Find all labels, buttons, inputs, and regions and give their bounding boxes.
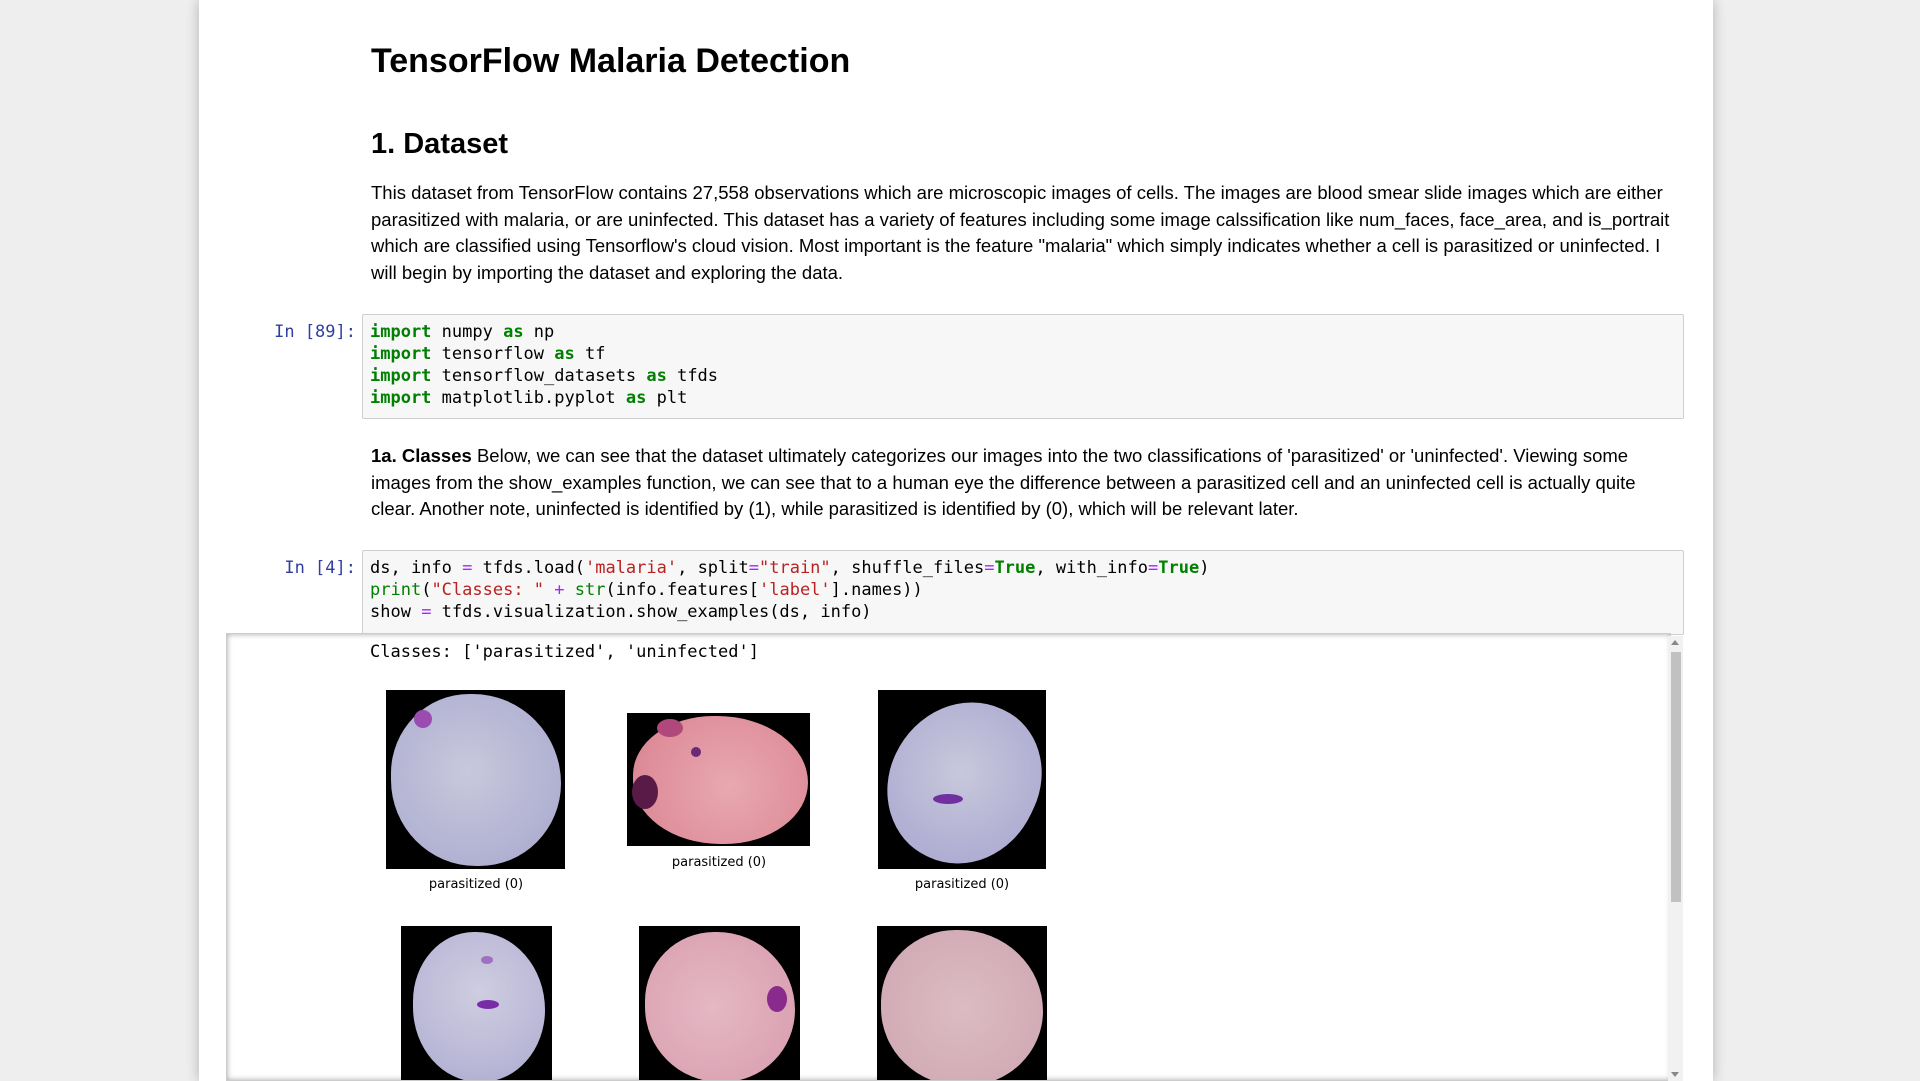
code-token: plt xyxy=(646,388,688,408)
parasite-spot xyxy=(767,986,787,1012)
code-token: import xyxy=(370,388,432,408)
code-token: 'label' xyxy=(759,580,831,600)
code-token: str xyxy=(574,580,606,600)
code-token: numpy xyxy=(431,322,504,342)
cell-shape xyxy=(633,716,808,844)
code-token: + xyxy=(544,580,575,600)
code-token: as xyxy=(554,344,575,364)
code-token: = xyxy=(748,558,759,578)
cell-image xyxy=(877,926,1047,1080)
code-token: , split xyxy=(677,558,749,578)
code-token: , with_info xyxy=(1035,558,1148,578)
cell-output-area[interactable]: Classes: ['parasitized', 'uninfected'] p… xyxy=(226,633,1671,1081)
code-token: as xyxy=(646,366,667,386)
code-token: tensorflow xyxy=(431,344,555,364)
code-editor[interactable]: ds, info = tfds.load('malaria', split="t… xyxy=(363,551,1683,629)
code-token: print xyxy=(370,580,422,600)
scrollbar-thumb[interactable] xyxy=(1671,652,1681,902)
code-token: tensorflow_datasets xyxy=(431,366,647,386)
cell-shape xyxy=(881,930,1043,1080)
image-caption: parasitized (0) xyxy=(671,855,767,870)
code-token: tfds xyxy=(666,366,719,386)
cell-prompt: In [89]: xyxy=(274,322,356,342)
code-token: as xyxy=(625,388,647,408)
code-token: ds, info xyxy=(370,558,463,578)
parasite-spot xyxy=(933,794,963,804)
scroll-down-icon[interactable] xyxy=(1671,1072,1679,1077)
parasite-spot xyxy=(414,710,432,728)
parasite-spot xyxy=(632,775,658,809)
code-cell-load-dataset[interactable]: ds, info = tfds.load('malaria', split="t… xyxy=(362,550,1684,635)
code-token: = xyxy=(1147,558,1159,578)
code-cell-imports[interactable]: import numpy as np import tensorflow as … xyxy=(362,314,1684,419)
code-token: tfds.load( xyxy=(472,558,585,578)
code-token: = xyxy=(984,558,995,578)
cell-prompt: In [4]: xyxy=(284,558,356,578)
code-token: ) xyxy=(1199,558,1210,578)
image-caption: parasitized (0) xyxy=(914,877,1010,892)
parasite-spot xyxy=(691,747,701,757)
cell-image xyxy=(627,713,810,846)
classes-text: Below, we can see that the dataset ultim… xyxy=(371,445,1636,519)
cell-image xyxy=(639,926,800,1080)
code-token: = xyxy=(421,602,432,622)
classes-heading: 1a. Classes xyxy=(371,445,472,466)
intro-paragraph: This dataset from TensorFlow contains 27… xyxy=(371,182,1670,283)
parasite-spot xyxy=(657,719,683,737)
output-text: Classes: ['parasitized', 'uninfected'] xyxy=(370,642,759,662)
code-token: as xyxy=(503,322,524,342)
code-token: , shuffle_files xyxy=(830,558,985,578)
notebook-title: TensorFlow Malaria Detection xyxy=(371,42,851,80)
code-token: matplotlib.pyplot xyxy=(431,388,626,408)
classes-paragraph: 1a. Classes Below, we can see that the d… xyxy=(371,443,1681,523)
code-token: ].names)) xyxy=(830,580,923,600)
cell-image xyxy=(878,690,1046,869)
code-token: True xyxy=(1158,558,1200,578)
code-token: import xyxy=(370,366,432,386)
code-token: (info.features[ xyxy=(605,580,759,600)
code-token: "train" xyxy=(759,558,831,578)
cell-image xyxy=(401,926,552,1080)
code-token: = xyxy=(462,558,473,578)
cell-shape xyxy=(878,690,1046,869)
parasite-spot xyxy=(477,1000,499,1009)
code-token: "Classes: " xyxy=(431,580,545,600)
output-scrollbar[interactable] xyxy=(1668,636,1683,1081)
code-editor[interactable]: import numpy as np import tensorflow as … xyxy=(363,315,1683,415)
code-token: tfds.visualization.show_examples(ds, inf… xyxy=(431,602,872,622)
image-caption: parasitized (0) xyxy=(428,877,524,892)
code-token: ( xyxy=(421,580,432,600)
code-token: True xyxy=(994,558,1036,578)
code-token: import xyxy=(370,322,432,342)
cell-image xyxy=(386,690,565,869)
code-token: import xyxy=(370,344,432,364)
code-token: np xyxy=(523,322,555,342)
code-token: tf xyxy=(574,344,606,364)
code-token: show xyxy=(370,602,422,622)
section-heading: 1. Dataset xyxy=(371,128,509,160)
code-token: 'malaria' xyxy=(584,558,678,578)
parasite-spot xyxy=(481,956,493,964)
scroll-up-icon[interactable] xyxy=(1671,640,1679,645)
